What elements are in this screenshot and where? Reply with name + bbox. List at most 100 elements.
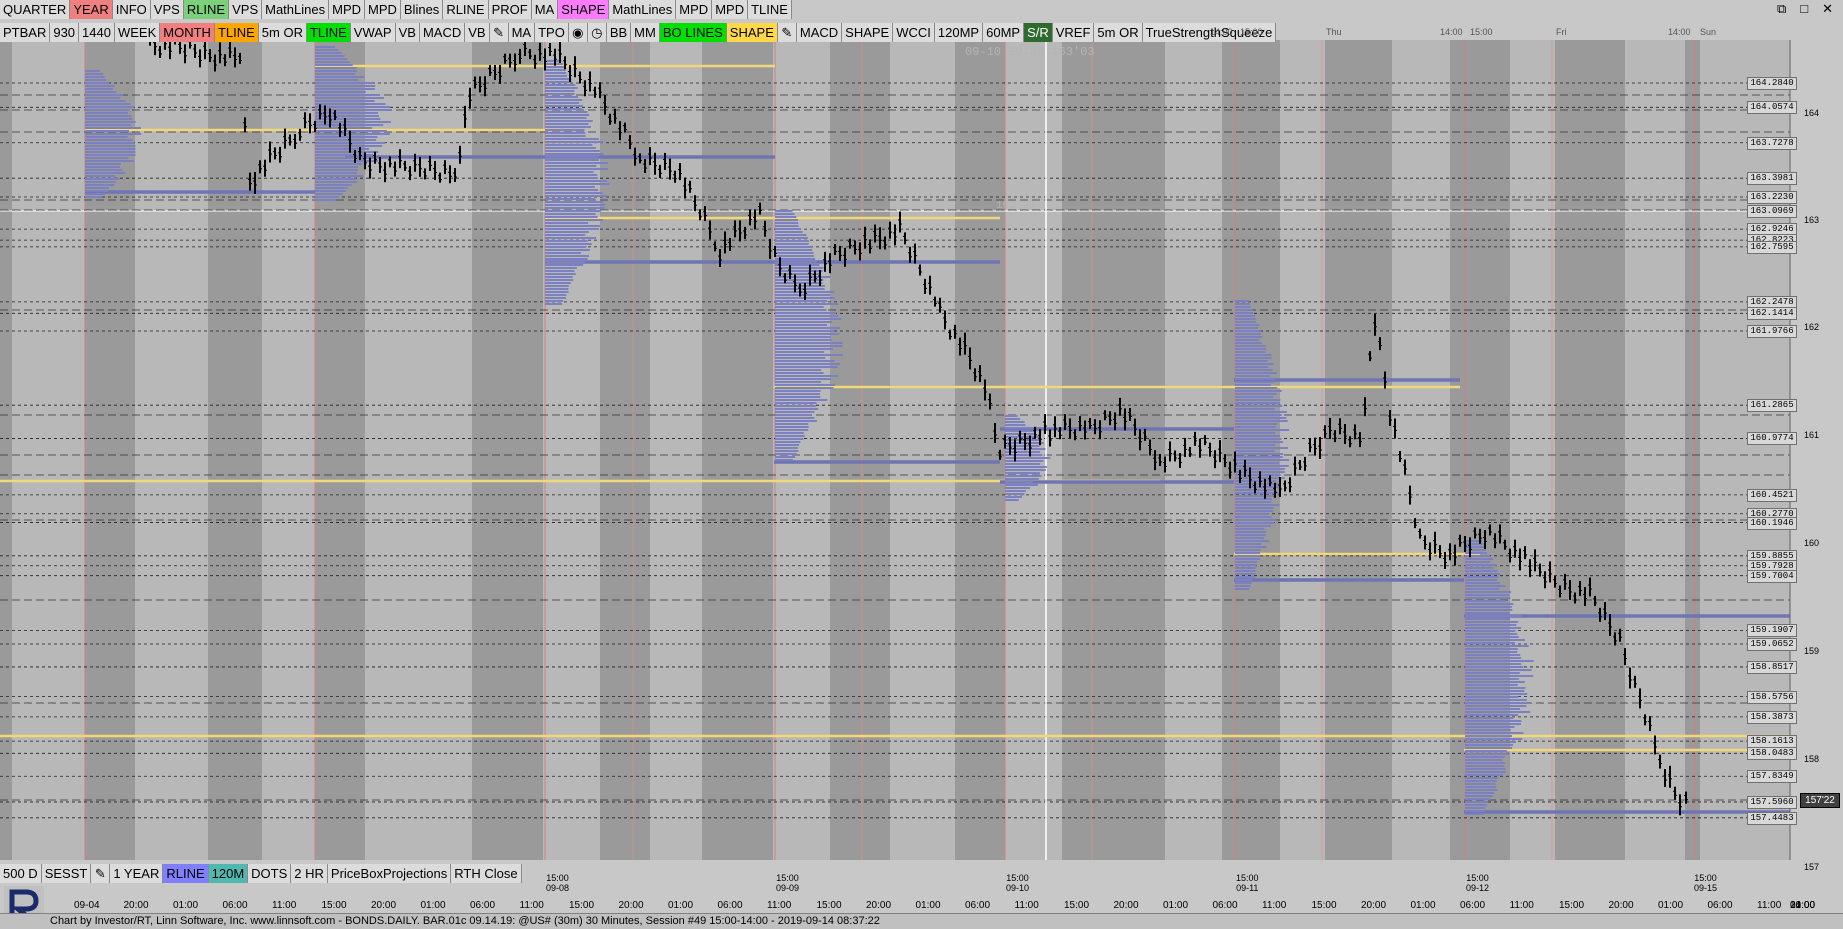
- second-toolbar-button-21[interactable]: ✎: [777, 23, 797, 42]
- second-toolbar-button-15[interactable]: ◉: [568, 23, 588, 42]
- time-axis-tick: 11:00: [519, 900, 544, 911]
- top-toolbar-button-13[interactable]: SHAPE: [558, 0, 610, 19]
- volume-profile-bar: [1235, 429, 1290, 431]
- bottom-toolbar-button-0[interactable]: 500 D: [0, 864, 42, 883]
- volume-profile-bar: [545, 147, 596, 149]
- volume-profile-bar: [545, 234, 586, 236]
- top-toolbar-button-15[interactable]: MPD: [676, 0, 713, 19]
- second-toolbar-button-10[interactable]: MACD: [419, 23, 466, 42]
- second-toolbar-button-22[interactable]: MACD: [796, 23, 843, 42]
- session-date: 09-15: [1694, 883, 1718, 893]
- second-toolbar-button-17[interactable]: BB: [606, 23, 632, 42]
- time-axis-tick: 11:00: [1757, 900, 1782, 911]
- day-marker-label: Fri: [1556, 27, 1567, 37]
- price-level-label: 159.7004: [1747, 569, 1797, 583]
- top-toolbar-button-8[interactable]: MPD: [365, 0, 401, 19]
- volume-profile-bar: [775, 357, 826, 359]
- second-toolbar-button-4[interactable]: MONTH: [160, 23, 215, 42]
- second-toolbar-button-8[interactable]: VWAP: [350, 23, 396, 42]
- top-toolbar-button-9[interactable]: Blines: [400, 0, 444, 19]
- top-toolbar-button-14[interactable]: MathLines: [609, 0, 677, 19]
- second-toolbar-button-14[interactable]: TPO: [535, 23, 569, 42]
- bottom-toolbar-button-2[interactable]: ✎: [91, 864, 111, 883]
- bottom-toolbar-button-5[interactable]: 120M: [208, 864, 249, 883]
- second-toolbar-button-18[interactable]: MM: [631, 23, 660, 42]
- volume-profile-bar: [1235, 393, 1277, 395]
- second-toolbar-button-27[interactable]: S/R: [1024, 23, 1053, 42]
- volume-profile-bar: [1465, 654, 1521, 656]
- second-toolbar-button-28[interactable]: VREF: [1052, 23, 1095, 42]
- volume-profile-bar: [315, 46, 335, 48]
- restore-icon[interactable]: ⧉: [1777, 0, 1786, 18]
- volume-profile-bar: [1235, 399, 1281, 401]
- volume-profile-bar: [775, 249, 813, 251]
- volume-profile-bar: [1465, 726, 1515, 728]
- second-toolbar-button-3[interactable]: WEEK: [114, 23, 161, 42]
- volume-profile-bar: [545, 78, 572, 80]
- volume-profile-bar: [1235, 546, 1267, 548]
- volume-profile-bar: [1235, 333, 1261, 335]
- top-toolbar-button-6[interactable]: MathLines: [262, 0, 330, 19]
- second-toolbar-button-26[interactable]: 60MP: [983, 23, 1025, 42]
- price-level-label: 157.4483: [1747, 811, 1797, 825]
- second-toolbar-button-2[interactable]: 1440: [79, 23, 115, 42]
- second-toolbar-button-24[interactable]: WCCI: [893, 23, 935, 42]
- close-icon[interactable]: ✕: [1822, 0, 1833, 18]
- second-toolbar-button-12[interactable]: ✎: [489, 23, 509, 42]
- volume-profile-bar: [1235, 459, 1290, 461]
- second-toolbar-button-0[interactable]: PTBAR: [0, 23, 51, 42]
- second-toolbar-button-20[interactable]: SHAPE: [726, 23, 778, 42]
- volume-profile-bar: [1235, 396, 1274, 398]
- second-toolbar-button-7[interactable]: TLINE: [306, 23, 351, 42]
- second-toolbar-button-19[interactable]: BO LINES: [659, 23, 727, 42]
- top-toolbar-button-0[interactable]: QUARTER: [0, 0, 71, 19]
- top-toolbar-button-11[interactable]: PROF: [488, 0, 532, 19]
- top-toolbar-button-4[interactable]: RLINE: [183, 0, 230, 19]
- volume-profile-bar: [85, 178, 120, 180]
- top-toolbar-button-12[interactable]: MA: [531, 0, 559, 19]
- volume-profile-bar: [1235, 360, 1268, 362]
- second-toolbar-button-13[interactable]: MA: [508, 23, 536, 42]
- volume-profile-bar: [315, 85, 376, 87]
- volume-profile-bar: [545, 75, 567, 77]
- volume-profile-bar: [1235, 303, 1250, 305]
- session-date: 09-08: [546, 883, 570, 893]
- volume-profile-bar: [1465, 798, 1491, 800]
- top-toolbar-button-17[interactable]: TLINE: [748, 0, 792, 19]
- volume-profile-bar: [1465, 690, 1525, 692]
- second-toolbar-button-5[interactable]: TLINE: [214, 23, 259, 42]
- top-toolbar-button-7[interactable]: MPD: [329, 0, 365, 19]
- second-toolbar-button-29[interactable]: 5m OR: [1094, 23, 1143, 42]
- top-toolbar-button-5[interactable]: VPS: [229, 0, 263, 19]
- bottom-toolbar-button-8[interactable]: PriceBoxProjections: [327, 864, 452, 883]
- second-toolbar-button-23[interactable]: SHAPE: [842, 23, 894, 42]
- volume-profile-bar: [315, 199, 336, 201]
- volume-profile-bar: [1235, 381, 1274, 383]
- second-toolbar-button-9[interactable]: VB: [395, 23, 420, 42]
- second-toolbar-button-1[interactable]: 930: [50, 23, 80, 42]
- second-toolbar-button-16[interactable]: ◷: [587, 23, 607, 42]
- volume-profile-bar: [1235, 438, 1282, 440]
- day-marker-label: 15:00: [1470, 27, 1493, 37]
- bottom-toolbar-button-7[interactable]: 2 HR: [291, 864, 328, 883]
- top-toolbar-button-1[interactable]: YEAR: [70, 0, 113, 19]
- bottom-toolbar-button-9[interactable]: RTH Close: [451, 864, 522, 883]
- bottom-toolbar-button-3[interactable]: 1 YEAR: [110, 864, 164, 883]
- volume-profile-bar: [1465, 666, 1524, 668]
- bottom-toolbar-button-6[interactable]: DOTS: [248, 864, 292, 883]
- top-toolbar-button-3[interactable]: VPS: [150, 0, 184, 19]
- second-toolbar-button-25[interactable]: 120MP: [934, 23, 984, 42]
- top-toolbar-button-16[interactable]: MPD: [712, 0, 749, 19]
- day-marker-label: Thu: [1326, 27, 1342, 37]
- bottom-toolbar-button-4[interactable]: RLINE: [163, 864, 209, 883]
- maximize-icon[interactable]: □: [1800, 0, 1808, 18]
- bottom-toolbar-button-1[interactable]: SESST: [41, 864, 92, 883]
- volume-profile-bar: [775, 222, 799, 224]
- second-toolbar-button-6[interactable]: 5m OR: [258, 23, 307, 42]
- top-toolbar-button-10[interactable]: RLINE: [443, 0, 489, 19]
- second-toolbar-button-11[interactable]: VB: [465, 23, 490, 42]
- price-chart[interactable]: [0, 0, 1843, 928]
- volume-profile-bar: [1465, 774, 1503, 776]
- top-toolbar-button-2[interactable]: INFO: [112, 0, 151, 19]
- volume-profile-bar: [1235, 405, 1283, 407]
